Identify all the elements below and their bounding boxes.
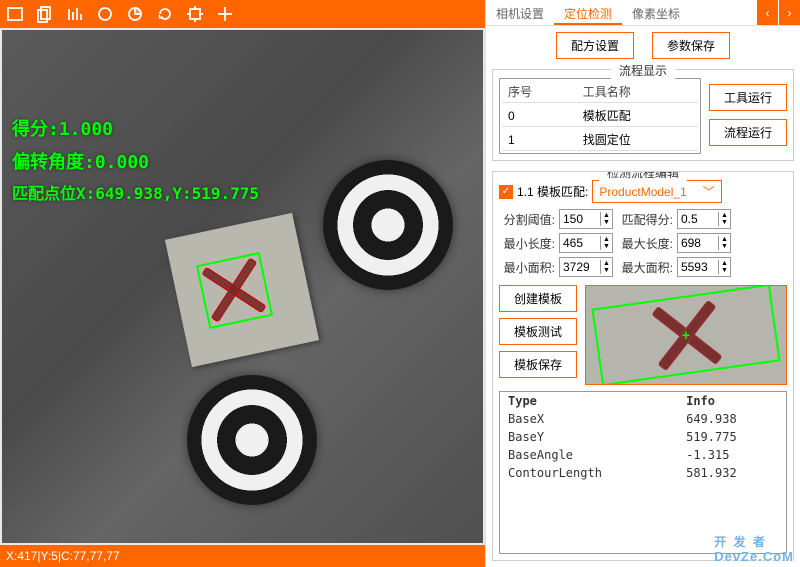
tab-positioning[interactable]: 定位检测 (554, 0, 622, 25)
col-toolname: 工具名称 (577, 81, 698, 103)
down-icon[interactable]: ▼ (719, 267, 730, 274)
max-area-spinner[interactable]: ▲▼ (677, 257, 731, 277)
status-bar: X:417|Y:5|C:77,77,77 (0, 545, 485, 567)
tool-rect-icon[interactable] (4, 3, 26, 25)
recipe-settings-button[interactable]: 配方设置 (556, 32, 634, 59)
seg-thresh-label: 分割阈值: (499, 211, 555, 228)
test-template-button[interactable]: 模板测试 (499, 318, 577, 345)
run-tool-button[interactable]: 工具运行 (709, 84, 787, 111)
flow-display-section: 流程显示 序号工具名称 0模板匹配 1找圆定位 工具运行 流程运行 (492, 69, 794, 161)
up-icon[interactable]: ▲ (719, 236, 730, 243)
tool-plus-icon[interactable] (214, 3, 236, 25)
tool-target-icon[interactable] (184, 3, 206, 25)
table-row: ContourLength581.932 (500, 464, 786, 482)
col-info: Info (678, 392, 786, 410)
save-params-button[interactable]: 参数保存 (652, 32, 730, 59)
min-area-spinner[interactable]: ▲▼ (559, 257, 613, 277)
up-icon[interactable]: ▲ (601, 236, 612, 243)
tabs-prev-icon[interactable]: ‹ (756, 0, 778, 25)
min-area-label: 最小面积: (499, 259, 555, 276)
col-type: Type (500, 392, 678, 410)
match-score-label: 匹配得分: (617, 211, 673, 228)
fiducial-wheel (187, 375, 317, 505)
up-icon[interactable]: ▲ (601, 212, 612, 219)
template-center-icon: + (682, 327, 690, 343)
min-len-label: 最小长度: (499, 235, 555, 252)
tool-refresh-icon[interactable] (154, 3, 176, 25)
down-icon[interactable]: ▼ (601, 219, 612, 226)
max-len-spinner[interactable]: ▲▼ (677, 233, 731, 253)
step-label: 1.1 模板匹配: (517, 183, 588, 200)
table-row: BaseAngle-1.315 (500, 446, 786, 464)
min-len-spinner[interactable]: ▲▼ (559, 233, 613, 253)
tab-pixel-coord[interactable]: 像素坐标 (622, 0, 690, 25)
chevron-down-icon: ﹀ (703, 183, 715, 200)
up-icon[interactable]: ▲ (601, 260, 612, 267)
tool-bars-icon[interactable] (64, 3, 86, 25)
toolbar (0, 0, 485, 28)
up-icon[interactable]: ▲ (719, 260, 730, 267)
tool-copy-icon[interactable] (34, 3, 56, 25)
template-preview: + (585, 285, 787, 385)
col-index: 序号 (502, 81, 575, 103)
max-area-label: 最大面积: (617, 259, 673, 276)
overlay-score: 得分:1.000 (12, 115, 113, 141)
model-select-value: ProductModel_1 (599, 185, 686, 199)
tool-pie-icon[interactable] (124, 3, 146, 25)
result-info-table[interactable]: TypeInfo BaseX649.938 BaseY519.775 BaseA… (499, 391, 787, 554)
fiducial-wheel (323, 160, 453, 290)
seg-thresh-spinner[interactable]: ▲▼ (559, 209, 613, 229)
down-icon[interactable]: ▼ (719, 219, 730, 226)
flow-edit-section: 检测流程编辑 ✓ 1.1 模板匹配: ProductModel_1 ﹀ 分割阈值… (492, 171, 794, 561)
overlay-match-point: 匹配点位X:649.938,Y:519.775 (12, 180, 259, 204)
match-bounding-box (196, 252, 273, 329)
model-select[interactable]: ProductModel_1 ﹀ (592, 180, 721, 203)
right-pane: 相机设置 定位检测 像素坐标 ‹ › 配方设置 参数保存 流程显示 序号工具名称… (485, 0, 800, 567)
down-icon[interactable]: ▼ (601, 243, 612, 250)
overlay-angle: 偏转角度:0.000 (12, 148, 149, 174)
match-score-spinner[interactable]: ▲▼ (677, 209, 731, 229)
down-icon[interactable]: ▼ (719, 243, 730, 250)
tab-camera-settings[interactable]: 相机设置 (486, 0, 554, 25)
max-len-label: 最大长度: (617, 235, 673, 252)
left-pane: 得分:1.000 偏转角度:0.000 匹配点位X:649.938,Y:519.… (0, 0, 485, 567)
down-icon[interactable]: ▼ (601, 267, 612, 274)
save-template-button[interactable]: 模板保存 (499, 351, 577, 378)
up-icon[interactable]: ▲ (719, 212, 730, 219)
create-template-button[interactable]: 创建模板 (499, 285, 577, 312)
tabs-next-icon[interactable]: › (778, 0, 800, 25)
table-row: BaseX649.938 (500, 410, 786, 428)
tab-bar: 相机设置 定位检测 像素坐标 ‹ › (486, 0, 800, 26)
run-flow-button[interactable]: 流程运行 (709, 119, 787, 146)
flow-display-title: 流程显示 (611, 62, 675, 79)
table-row[interactable]: 0模板匹配 (502, 105, 698, 127)
table-row[interactable]: 1找圆定位 (502, 129, 698, 151)
tool-circle-icon[interactable] (94, 3, 116, 25)
enable-step-checkbox[interactable]: ✓ (499, 185, 513, 199)
table-row: BaseY519.775 (500, 428, 786, 446)
flow-edit-title: 检测流程编辑 (599, 171, 687, 181)
flow-table[interactable]: 序号工具名称 0模板匹配 1找圆定位 (499, 78, 701, 154)
camera-canvas[interactable]: 得分:1.000 偏转角度:0.000 匹配点位X:649.938,Y:519.… (2, 30, 483, 543)
